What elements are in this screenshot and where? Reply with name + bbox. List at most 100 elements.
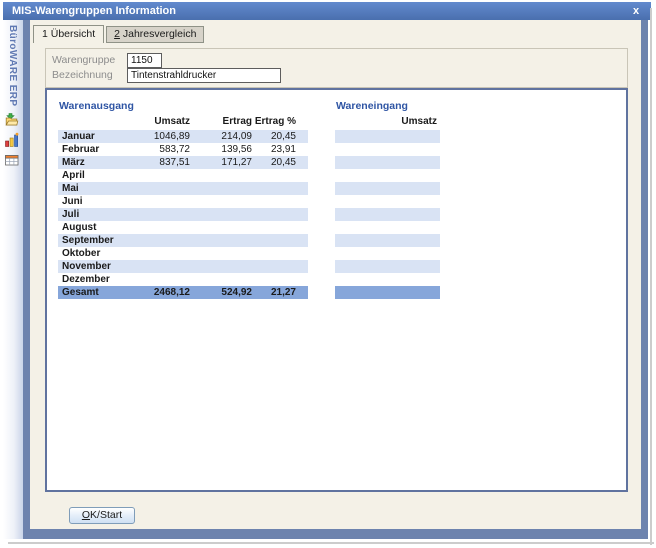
header-umsatz: Umsatz [128, 115, 190, 128]
window-shadow-bottom [8, 542, 654, 544]
cell-month: November [58, 260, 128, 273]
warenausgang-table: Januar1046,89214,0920,45Februar583,72139… [58, 130, 308, 299]
cell-umsatz: 583,72 [128, 143, 190, 156]
tab-label: 2 Jahresvergleich [114, 28, 196, 40]
cell-ertrag-pct: 20,45 [252, 156, 296, 169]
cell-ertrag [190, 208, 252, 221]
cell-umsatz [128, 234, 190, 247]
cell-ertrag-pct [252, 169, 296, 182]
table-row [335, 208, 440, 221]
wareneingang-table [335, 130, 440, 299]
warengruppe-input[interactable] [127, 53, 162, 68]
table-row [335, 234, 440, 247]
table-row: Juli [58, 208, 308, 221]
table-row [335, 182, 440, 195]
cell-ertrag [190, 247, 252, 260]
table-row: Dezember [58, 273, 308, 286]
table-row: Januar1046,89214,0920,45 [58, 130, 308, 143]
cell-ertrag-pct: 21,27 [252, 286, 296, 299]
cell-ertrag [190, 234, 252, 247]
cell-ertrag: 171,27 [190, 156, 252, 169]
cell-umsatz [128, 169, 190, 182]
cell-ertrag [190, 273, 252, 286]
cell-ertrag [190, 221, 252, 234]
table-row [335, 273, 440, 286]
cell-fill [296, 130, 308, 143]
window-title: MIS-Warengruppen Information [12, 5, 176, 17]
table-row [335, 130, 440, 143]
wareneingang-header-umsatz: Umsatz [335, 115, 440, 128]
cell-umsatz: 837,51 [128, 156, 190, 169]
cell-umsatz [128, 221, 190, 234]
cell-fill [296, 195, 308, 208]
cell-fill [296, 260, 308, 273]
warengruppe-groupbox: Warengruppe Bezeichnung [45, 48, 628, 88]
cell-fill [296, 234, 308, 247]
table-row: November [58, 260, 308, 273]
tab-label: 1 Übersicht [42, 28, 95, 40]
cell-umsatz [335, 195, 440, 208]
cell-ertrag: 139,56 [190, 143, 252, 156]
cell-umsatz: 2468,12 [128, 286, 190, 299]
folder-arrow-icon[interactable] [4, 112, 20, 128]
cell-umsatz [335, 221, 440, 234]
cell-month: August [58, 221, 128, 234]
wareneingang-title: Wareneingang [336, 100, 408, 112]
warenausgang-title: Warenausgang [59, 100, 134, 112]
table-row: März837,51171,2720,45 [58, 156, 308, 169]
bar-chart-icon[interactable] [4, 132, 20, 148]
cell-fill [296, 221, 308, 234]
table-row: Februar583,72139,5623,91 [58, 143, 308, 156]
cell-umsatz [335, 182, 440, 195]
tab-uebersicht[interactable]: 1 Übersicht [33, 25, 104, 43]
cell-umsatz [335, 169, 440, 182]
cell-month: Mai [58, 182, 128, 195]
cell-ertrag [190, 260, 252, 273]
sidebar-toolbar [4, 112, 21, 168]
table-row: September [58, 234, 308, 247]
content-area: 1 Übersicht 2 Jahresvergleich Warengrupp… [30, 20, 641, 529]
cell-month: Juli [58, 208, 128, 221]
cell-fill [296, 247, 308, 260]
cell-fill [296, 169, 308, 182]
cell-umsatz [335, 156, 440, 169]
brand-label: BüroWARE ERP [7, 25, 18, 106]
cell-ertrag-pct [252, 208, 296, 221]
cell-ertrag-pct [252, 182, 296, 195]
cell-ertrag [190, 195, 252, 208]
cell-umsatz [335, 143, 440, 156]
cell-ertrag-pct: 23,91 [252, 143, 296, 156]
warenausgang-header-row: Umsatz Ertrag Ertrag % [58, 115, 308, 128]
cell-umsatz [128, 208, 190, 221]
table-row [335, 247, 440, 260]
table-row: Oktober [58, 247, 308, 260]
close-icon[interactable]: x [629, 3, 643, 19]
cell-umsatz [128, 260, 190, 273]
table-row [335, 143, 440, 156]
cell-fill [296, 208, 308, 221]
cell-fill [296, 182, 308, 195]
header-ertrag: Ertrag [190, 115, 252, 128]
cell-month: Januar [58, 130, 128, 143]
cell-umsatz [335, 208, 440, 221]
table-row [335, 260, 440, 273]
ok-start-button[interactable]: OK/Start [69, 507, 135, 524]
cell-month: Gesamt [58, 286, 128, 299]
cell-month: Februar [58, 143, 128, 156]
window-shadow-right [650, 8, 652, 545]
cell-umsatz: 1046,89 [128, 130, 190, 143]
header-month-spacer [58, 115, 128, 128]
tab-jahresvergleich[interactable]: 2 Jahresvergleich [106, 26, 204, 43]
cell-ertrag-pct [252, 260, 296, 273]
cell-umsatz [128, 195, 190, 208]
bezeichnung-input[interactable] [127, 68, 281, 83]
application-window: MIS-Warengruppen Information x BüroWARE … [0, 0, 656, 548]
cell-umsatz [335, 234, 440, 247]
cell-month: September [58, 234, 128, 247]
cell-fill [296, 286, 308, 299]
cell-month: April [58, 169, 128, 182]
table-grid-icon[interactable] [4, 152, 20, 168]
cell-ertrag: 214,09 [190, 130, 252, 143]
warengruppe-label: Warengruppe [52, 54, 115, 66]
cell-month: Dezember [58, 273, 128, 286]
